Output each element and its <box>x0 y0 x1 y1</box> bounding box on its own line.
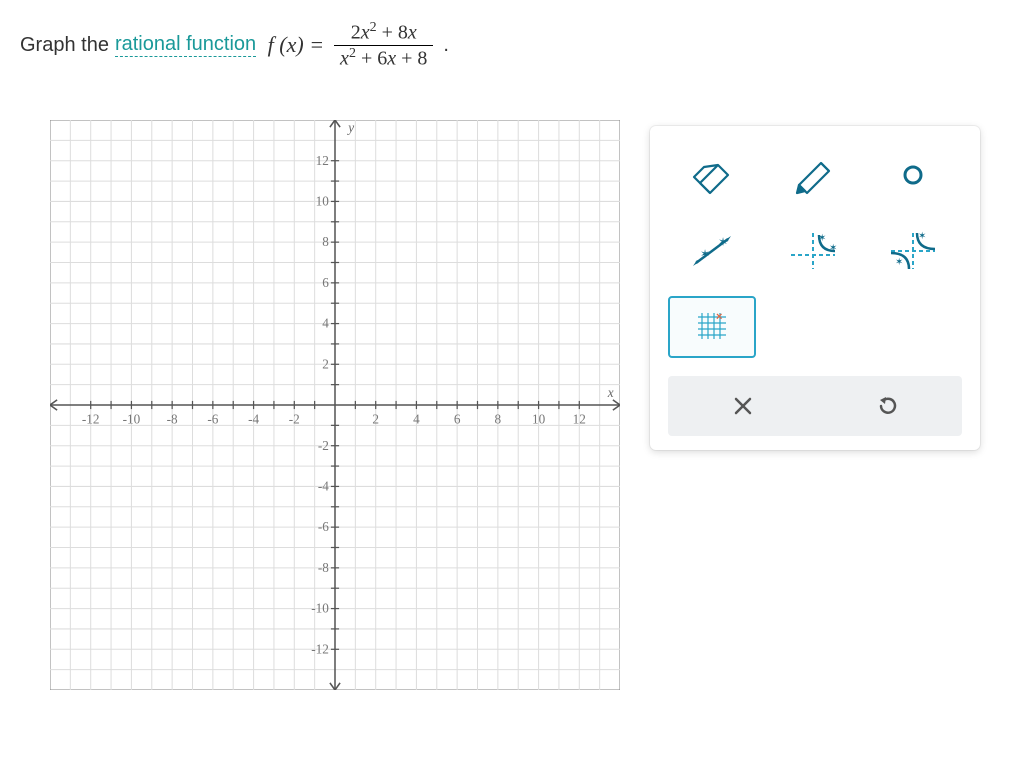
question-suffix: . <box>443 34 449 57</box>
svg-text:12: 12 <box>316 153 329 168</box>
svg-text:×: × <box>716 311 722 323</box>
svg-text:10: 10 <box>532 412 546 427</box>
svg-text:y: y <box>346 121 354 136</box>
numerator: 2x2 + 8x <box>345 20 423 45</box>
svg-text:2: 2 <box>322 357 329 372</box>
svg-text:8: 8 <box>322 235 329 250</box>
cancel-button[interactable] <box>676 384 809 428</box>
svg-text:✶: ✶ <box>829 243 837 254</box>
svg-text:✶: ✶ <box>818 233 826 244</box>
fraction: 2x2 + 8x x2 + 6x + 8 <box>334 20 433 70</box>
svg-text:2: 2 <box>372 412 379 427</box>
tool-panel: ✶ ✶ ✶ ✶ <box>650 126 980 450</box>
coordinate-grid[interactable]: -12 -10 -8 -6 -4 -2 2 4 6 8 10 12 12 10 8 6 4 2 -2 -4 -6 -… <box>50 120 620 690</box>
removable-discontinuity-icon: × <box>684 305 740 349</box>
rational-function-link[interactable]: rational function <box>115 33 256 57</box>
svg-text:x: x <box>607 385 614 400</box>
hole-point-icon <box>887 155 939 195</box>
undo-icon <box>876 394 900 418</box>
svg-text:✶: ✶ <box>700 247 710 261</box>
svg-text:-8: -8 <box>318 560 329 575</box>
svg-text:6: 6 <box>322 275 329 290</box>
svg-text:6: 6 <box>454 412 461 427</box>
close-icon <box>732 395 754 417</box>
svg-text:-12: -12 <box>82 412 100 427</box>
svg-text:-4: -4 <box>318 479 329 494</box>
reset-button[interactable] <box>821 384 954 428</box>
question-prompt: Graph the rational function f (x) = 2x2 … <box>20 20 1004 70</box>
svg-text:-6: -6 <box>318 520 329 535</box>
line-icon: ✶ ✶ <box>686 231 738 271</box>
svg-text:-8: -8 <box>167 412 178 427</box>
svg-text:✶: ✶ <box>718 235 728 249</box>
svg-text:-10: -10 <box>311 601 329 616</box>
svg-text:4: 4 <box>413 412 420 427</box>
fn-left: f (x) = <box>262 32 324 58</box>
asymptote-pair-icon: ✶ ✶ <box>785 229 841 273</box>
eraser-tool-button[interactable] <box>668 144 756 206</box>
denominator: x2 + 6x + 8 <box>334 45 433 71</box>
pencil-icon <box>787 155 839 195</box>
hyperbola-tool-button[interactable]: ✶ ✶ <box>869 220 957 282</box>
svg-text:-2: -2 <box>289 412 300 427</box>
svg-text:4: 4 <box>322 316 329 331</box>
svg-text:-12: -12 <box>311 642 329 657</box>
line-tool-button[interactable]: ✶ ✶ <box>668 220 756 282</box>
question-prefix: Graph the <box>20 34 109 57</box>
pencil-tool-button[interactable] <box>769 144 857 206</box>
svg-text:✶: ✶ <box>918 231 926 242</box>
graph-panel[interactable]: -12 -10 -8 -6 -4 -2 2 4 6 8 10 12 12 10 8 6 4 2 -2 -4 -6 -… <box>50 120 620 690</box>
hole-point-tool-button[interactable] <box>869 144 957 206</box>
svg-text:10: 10 <box>316 194 330 209</box>
svg-text:-10: -10 <box>123 412 141 427</box>
svg-text:12: 12 <box>573 412 586 427</box>
svg-text:8: 8 <box>495 412 502 427</box>
removable-discontinuity-tool-button[interactable]: × <box>668 296 756 358</box>
asymptote-pair-tool-button[interactable]: ✶ ✶ <box>769 220 857 282</box>
hyperbola-icon: ✶ ✶ <box>885 229 941 273</box>
svg-text:-2: -2 <box>318 438 329 453</box>
eraser-icon <box>686 155 738 195</box>
svg-text:✶: ✶ <box>895 257 903 268</box>
svg-text:-4: -4 <box>248 412 259 427</box>
svg-text:-6: -6 <box>207 412 218 427</box>
